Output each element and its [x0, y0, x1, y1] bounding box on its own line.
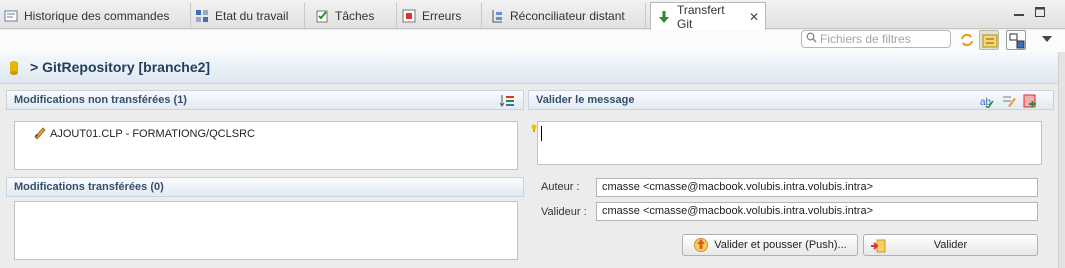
- view-tab-bar: Historique des commandes Etat du travail…: [0, 0, 1065, 31]
- sign-off-icon[interactable]: [1023, 94, 1037, 111]
- compare-mode-button[interactable]: [979, 30, 999, 50]
- staged-section-title: Modifications transférées (0): [14, 181, 164, 193]
- minimize-icon[interactable]: [1013, 6, 1025, 18]
- tab-job-status[interactable]: Etat du travail: [191, 3, 305, 29]
- file-entry-label: AJOUT01.CLP - FORMATIONG/QCLSRC: [50, 127, 255, 140]
- unstaged-section-title: Modifications non transférées (1): [14, 94, 187, 106]
- staged-changes-list[interactable]: [14, 201, 518, 260]
- list-item[interactable]: AJOUT01.CLP - FORMATIONG/QCLSRC: [33, 125, 255, 142]
- repository-icon: [9, 60, 19, 79]
- author-field[interactable]: cmasse <cmasse@macbook.volubis.intra.vol…: [596, 178, 1038, 197]
- tab-history[interactable]: Historique des commandes: [0, 3, 191, 29]
- filter-placeholder: Fichiers de filtres: [820, 32, 911, 46]
- tasks-icon: [315, 9, 329, 23]
- unstaged-section-header: Modifications non transférées (1): [6, 90, 524, 110]
- tab-errors[interactable]: Erreurs: [398, 3, 482, 29]
- layout-icon: [1009, 33, 1025, 49]
- git-transfer-icon: [657, 10, 671, 24]
- repository-title: > GitRepository [branche2]: [30, 59, 211, 75]
- view-menu-button[interactable]: [1037, 30, 1057, 50]
- committer-field[interactable]: cmasse <cmasse@macbook.volubis.intra.vol…: [596, 202, 1038, 221]
- committer-label: Valideur :: [541, 206, 587, 218]
- staged-section-header: Modifications transférées (0): [6, 177, 524, 197]
- compare-icon: [982, 34, 998, 48]
- commit-message-header: Valider le message: [528, 90, 1054, 110]
- commit-label: Valider: [933, 239, 968, 251]
- author-label: Auteur :: [541, 181, 580, 193]
- tab-label: Transfert Git: [677, 2, 725, 31]
- tab-label: Historique des commandes: [24, 9, 170, 23]
- right-edge-scrollbar[interactable]: [1058, 52, 1065, 268]
- search-icon: [806, 32, 817, 46]
- repository-header: > GitRepository [branche2]: [0, 52, 1058, 84]
- modified-file-icon: [33, 125, 47, 142]
- filter-files-input[interactable]: Fichiers de filtres: [801, 30, 951, 48]
- view-toolbar: Fichiers de filtres: [0, 30, 1065, 52]
- edit-message-icon[interactable]: [1002, 94, 1016, 111]
- tab-git-transfer[interactable]: Transfert Git ✕: [650, 2, 766, 31]
- tab-label: Etat du travail: [215, 9, 289, 23]
- commit-and-push-label: Valider et pousser (Push)...: [714, 239, 847, 251]
- tab-label: Réconciliateur distant: [510, 9, 625, 23]
- reconciler-icon: [490, 9, 504, 23]
- refresh-icon: [961, 33, 973, 47]
- text-caret: [541, 126, 542, 141]
- errors-icon: [402, 9, 416, 23]
- commit-button[interactable]: Valider: [863, 234, 1038, 256]
- maximize-icon[interactable]: [1034, 6, 1046, 18]
- commit-and-push-button[interactable]: Valider et pousser (Push)...: [682, 234, 858, 256]
- sort-list-icon[interactable]: [499, 94, 515, 111]
- close-tab-icon[interactable]: ✕: [749, 10, 759, 24]
- tab-label: Tâches: [335, 9, 375, 23]
- content-assist-icon: [531, 121, 537, 135]
- refresh-button[interactable]: [957, 30, 977, 50]
- commit-message-title: Valider le message: [536, 94, 635, 106]
- spell-check-icon[interactable]: ab: [980, 94, 994, 111]
- tab-label: Erreurs: [422, 9, 462, 23]
- history-icon: [4, 9, 18, 23]
- unstaged-changes-list[interactable]: AJOUT01.CLP - FORMATIONG/QCLSRC: [14, 121, 518, 170]
- push-icon: [693, 236, 709, 255]
- commit-icon: [870, 238, 886, 257]
- tab-tasks[interactable]: Tâches: [311, 3, 397, 29]
- commit-message-input[interactable]: [537, 121, 1042, 165]
- job-status-icon: [195, 9, 209, 23]
- tab-remote-reconciler[interactable]: Réconciliateur distant: [486, 3, 646, 29]
- layout-toggle-button[interactable]: [1006, 30, 1026, 50]
- chevron-down-icon: [1042, 36, 1052, 42]
